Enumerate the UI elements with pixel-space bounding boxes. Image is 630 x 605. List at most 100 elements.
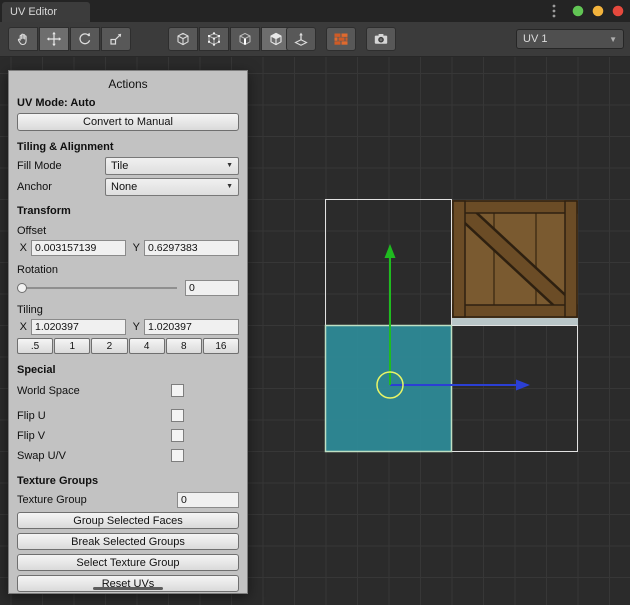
crate-frame-left (453, 201, 465, 317)
crate-bottom-strip (452, 318, 578, 325)
kebab-menu-icon[interactable] (550, 3, 558, 19)
crate-frame-bottom (453, 305, 577, 317)
world-space-label: World Space (17, 385, 80, 397)
preset-half-button[interactable]: .5 (17, 338, 53, 354)
crate-frame-right (565, 201, 577, 317)
camera-icon (373, 31, 389, 47)
bricks-icon (333, 31, 349, 47)
crate-frame-top (453, 201, 577, 213)
selected-face[interactable] (326, 326, 452, 452)
uv-mode-label: UV Mode: Auto (17, 97, 239, 109)
status-dots (572, 5, 624, 17)
offset-xy-row: X Y (17, 240, 239, 256)
rotation-slider-handle[interactable] (17, 283, 27, 293)
hand-icon (15, 31, 31, 47)
world-space-checkbox[interactable] (171, 384, 184, 397)
offset-y-label: Y (130, 242, 140, 254)
move-icon (46, 31, 62, 47)
offset-label: Offset (17, 225, 239, 237)
tiling-y-label: Y (130, 321, 140, 333)
tiling-y-input[interactable] (144, 319, 239, 335)
rotation-input[interactable] (185, 280, 239, 296)
render-uv-template-button[interactable] (366, 27, 396, 51)
object-mode-icon (175, 31, 191, 47)
convert-to-manual-button[interactable]: Convert to Manual (17, 113, 239, 131)
window-tab[interactable]: UV Editor (2, 2, 90, 22)
group-selected-faces-button[interactable]: Group Selected Faces (17, 512, 239, 529)
preset-2-button[interactable]: 2 (91, 338, 127, 354)
offset-x-input[interactable] (31, 240, 126, 256)
uv-quad-bottom-right[interactable] (452, 326, 578, 452)
kebab-dots (551, 3, 557, 19)
scale-tool-button[interactable] (101, 27, 131, 51)
panel-title: Actions (17, 75, 239, 93)
tiling-alignment-header: Tiling & Alignment (17, 141, 239, 153)
transform-header: Transform (17, 205, 239, 217)
tiling-xy-row: X Y (17, 319, 239, 335)
rotate-tool-button[interactable] (70, 27, 100, 51)
vertex-mode-button[interactable] (199, 27, 229, 51)
swap-uv-row: Swap U/V (17, 447, 239, 465)
anchor-value: None (111, 181, 137, 193)
anchor-label: Anchor (17, 181, 105, 193)
move-tool-button[interactable] (39, 27, 69, 51)
uv-quad-top-left[interactable] (326, 200, 452, 326)
rotation-slider-track (17, 287, 177, 289)
v-axis-arrowhead (385, 244, 396, 258)
offset-y-input[interactable] (144, 240, 239, 256)
fill-mode-label: Fill Mode (17, 160, 105, 172)
tiling-x-input[interactable] (31, 319, 126, 335)
swap-uv-checkbox[interactable] (171, 449, 184, 462)
fill-mode-row: Fill Mode Tile ▼ (17, 157, 239, 174)
texture-preview-button[interactable] (326, 27, 356, 51)
swap-uv-label: Swap U/V (17, 450, 66, 462)
selection-mode-group (168, 27, 291, 51)
chevron-down-icon: ▼ (609, 35, 617, 44)
panel-resize-grip[interactable] (93, 587, 163, 590)
special-header: Special (17, 364, 239, 376)
status-dot-green[interactable] (573, 6, 584, 17)
preset-1-button[interactable]: 1 (54, 338, 90, 354)
select-texture-group-button[interactable]: Select Texture Group (17, 554, 239, 571)
anchor-row: Anchor None ▼ (17, 178, 239, 195)
flip-v-checkbox[interactable] (171, 429, 184, 442)
edge-mode-button[interactable] (230, 27, 260, 51)
uv-channel-dropdown[interactable]: UV 1 ▼ (516, 29, 624, 49)
project-uv-button[interactable] (286, 27, 316, 51)
face-mode-icon (268, 31, 284, 47)
preset-4-button[interactable]: 4 (129, 338, 165, 354)
pan-tool-button[interactable] (8, 27, 38, 51)
preset-8-button[interactable]: 8 (166, 338, 202, 354)
uv-channel-value: UV 1 (523, 33, 547, 45)
texture-group-row: Texture Group (17, 491, 239, 508)
status-dot-red[interactable] (613, 6, 624, 17)
rotation-label: Rotation (17, 264, 239, 276)
u-axis-arrowhead (516, 380, 530, 391)
object-mode-button[interactable] (168, 27, 198, 51)
rotation-slider[interactable] (17, 280, 177, 296)
tiling-x-label: X (17, 321, 27, 333)
texture-preview-crate[interactable] (452, 200, 578, 325)
rotate-icon (77, 31, 93, 47)
project-uv-icon (293, 31, 309, 47)
break-selected-groups-button[interactable]: Break Selected Groups (17, 533, 239, 550)
edge-mode-icon (237, 31, 253, 47)
tiling-label: Tiling (17, 304, 239, 316)
rotation-row (17, 280, 239, 296)
preset-16-button[interactable]: 16 (203, 338, 239, 354)
flip-u-checkbox[interactable] (171, 409, 184, 422)
flip-u-label: Flip U (17, 410, 46, 422)
scale-icon (108, 31, 124, 47)
toolbar: UV 1 ▼ (0, 22, 630, 57)
flip-v-row: Flip V (17, 427, 239, 445)
flip-u-row: Flip U (17, 407, 239, 425)
window-title: UV Editor (10, 6, 57, 18)
fill-mode-dropdown[interactable]: Tile ▼ (105, 157, 239, 175)
status-dot-yellow[interactable] (593, 6, 604, 17)
tiling-presets-row: .5 1 2 4 8 16 (17, 338, 239, 354)
anchor-dropdown[interactable]: None ▼ (105, 178, 239, 196)
texture-group-input[interactable] (177, 492, 239, 508)
offset-x-label: X (17, 242, 27, 254)
chevron-down-icon: ▼ (226, 162, 233, 169)
navigation-tool-group (8, 27, 131, 51)
